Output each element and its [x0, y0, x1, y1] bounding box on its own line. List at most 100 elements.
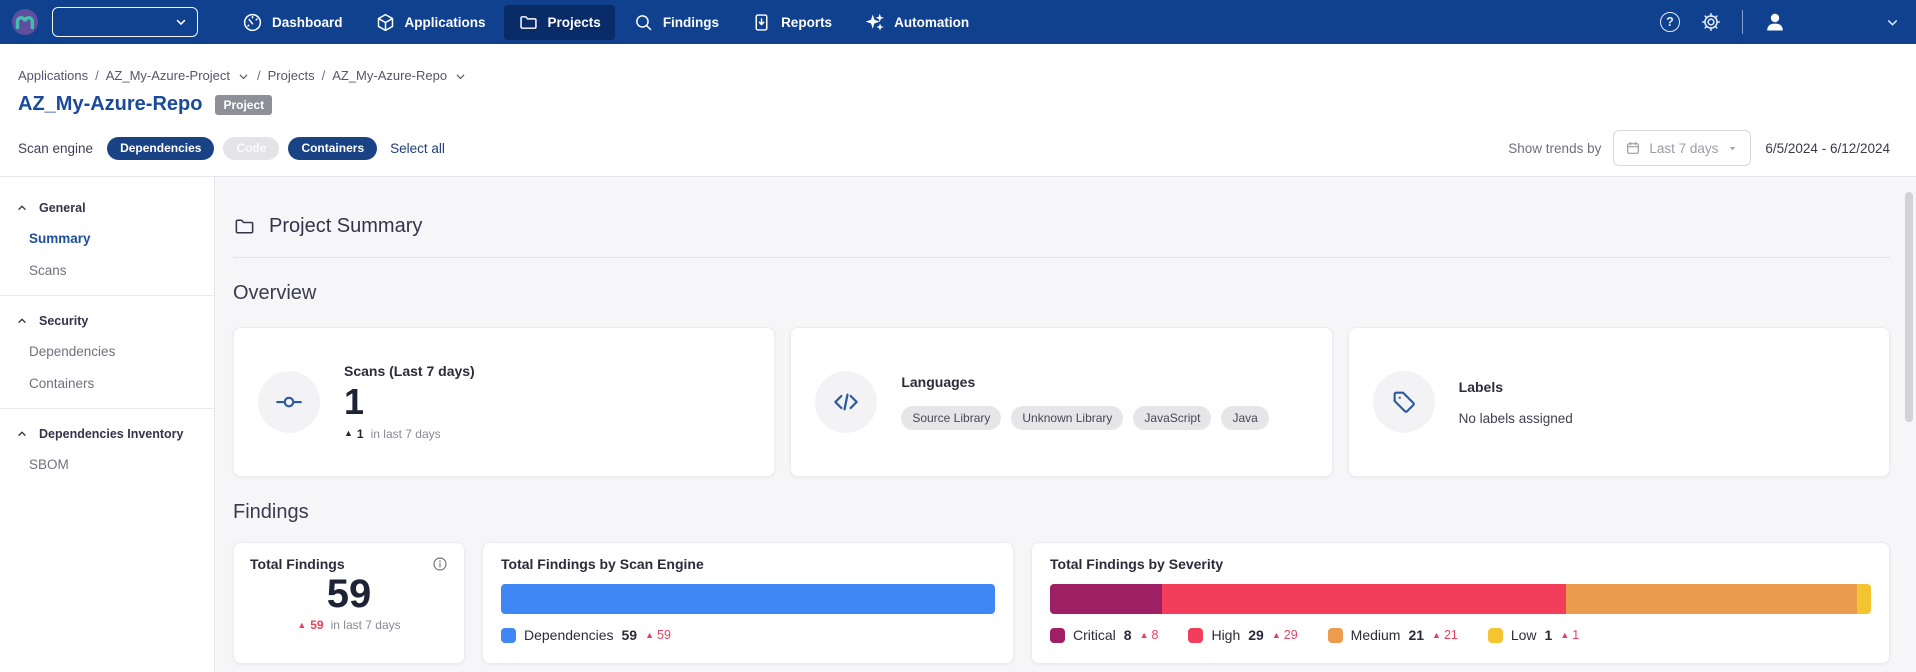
trend-up-icon: ▲ — [1560, 631, 1569, 640]
breadcrumb-application-name[interactable]: AZ_My-Azure-Project — [106, 68, 230, 83]
trend-period-dropdown[interactable]: Last 7 days — [1613, 130, 1751, 166]
vertical-scrollbar-thumb[interactable] — [1905, 192, 1913, 422]
sidebar-item-summary[interactable]: Summary — [0, 223, 214, 255]
user-menu-button[interactable] — [1763, 10, 1787, 34]
chevron-down-icon — [174, 15, 188, 29]
content-divider — [233, 257, 1890, 258]
tag-icon — [1373, 371, 1435, 433]
sidebar-divider — [0, 295, 214, 296]
page-title: AZ_My-Azure-Repo — [18, 93, 202, 116]
legend-trend-value: 59 — [657, 628, 671, 642]
project-type-badge: Project — [215, 95, 272, 115]
sidebar-item-containers[interactable]: Containers — [0, 368, 214, 400]
scan-engine-toggle-code[interactable]: Code — [223, 137, 279, 160]
findings-heading: Findings — [233, 501, 1890, 524]
languages-card-title: Languages — [901, 374, 1268, 390]
legend-label: Dependencies — [524, 627, 614, 643]
trend-up-icon: ▲ — [1272, 631, 1281, 640]
sparkles-icon — [864, 12, 885, 33]
chevron-down-icon[interactable] — [454, 70, 467, 83]
code-icon — [815, 371, 877, 433]
total-findings-trend: 59 — [310, 618, 323, 632]
language-tag: JavaScript — [1133, 406, 1211, 430]
breadcrumb-project-name[interactable]: AZ_My-Azure-Repo — [332, 68, 447, 83]
organization-selector[interactable] — [52, 7, 198, 37]
bar-segment-critical — [1050, 584, 1162, 614]
nav-item-dashboard[interactable]: Dashboard — [228, 5, 357, 40]
breadcrumb-projects[interactable]: Projects — [268, 68, 315, 83]
scan-engine-toggle-dependencies[interactable]: Dependencies — [107, 137, 214, 160]
languages-card: Languages Source Library Unknown Library… — [790, 327, 1332, 477]
select-all-link[interactable]: Select all — [390, 141, 445, 156]
trend-up-icon: ▲ — [344, 429, 353, 438]
breadcrumb-separator: / — [322, 68, 326, 83]
language-tag: Java — [1221, 406, 1268, 430]
scans-card-title: Scans (Last 7 days) — [344, 363, 475, 379]
chevron-down-icon — [1885, 15, 1900, 30]
help-button[interactable]: ? — [1660, 12, 1680, 32]
sidebar-section-title: Security — [39, 314, 88, 328]
nav-item-findings[interactable]: Findings — [619, 5, 733, 40]
sidebar-section-title: General — [39, 201, 86, 215]
breadcrumb-separator: / — [95, 68, 99, 83]
scan-engine-toggle-containers[interactable]: Containers — [288, 137, 377, 160]
total-findings-trend-suffix: in last 7 days — [331, 618, 401, 632]
nav-item-projects[interactable]: Projects — [504, 5, 615, 40]
findings-by-engine-card: Total Findings by Scan Engine Dependenci… — [482, 542, 1014, 664]
sidebar: General Summary Scans Security Dependenc… — [0, 177, 215, 672]
chevron-up-icon — [16, 315, 28, 327]
main-content: Project Summary Overview Scans (Last 7 d… — [215, 177, 1916, 672]
findings-by-severity-title: Total Findings by Severity — [1050, 556, 1871, 572]
mend-logo[interactable] — [10, 7, 40, 37]
sidebar-item-sbom[interactable]: SBOM — [0, 449, 214, 481]
nav-item-label: Reports — [781, 15, 832, 30]
folder-icon — [233, 215, 256, 238]
nav-item-label: Findings — [663, 15, 719, 30]
caret-down-icon — [1726, 142, 1739, 155]
legend-label: High — [1211, 627, 1240, 643]
scans-trend-suffix: in last 7 days — [371, 427, 441, 441]
folder-icon — [518, 12, 539, 33]
calendar-icon — [1625, 140, 1641, 156]
search-icon — [633, 12, 654, 33]
user-menu-chevron[interactable] — [1885, 15, 1900, 30]
sidebar-item-dependencies[interactable]: Dependencies — [0, 336, 214, 368]
findings-by-engine-title: Total Findings by Scan Engine — [501, 556, 995, 572]
gauge-icon — [242, 12, 263, 33]
show-trends-by-label: Show trends by — [1508, 141, 1601, 156]
nav-item-label: Automation — [894, 15, 969, 30]
bar-segment-dependencies — [501, 584, 995, 614]
legend-item-critical: Critical 8 ▲8 — [1050, 627, 1158, 643]
bar-segment-low — [1857, 584, 1871, 614]
scan-engine-label: Scan engine — [18, 141, 93, 156]
scans-card: Scans (Last 7 days) 1 ▲ 1 in last 7 days — [233, 327, 775, 477]
severity-bar-chart — [1050, 584, 1871, 614]
sidebar-section-security[interactable]: Security — [0, 304, 214, 336]
language-tag: Source Library — [901, 406, 1001, 430]
date-range-text: 6/5/2024 - 6/12/2024 — [1765, 141, 1890, 156]
sidebar-item-scans[interactable]: Scans — [0, 255, 214, 287]
chevron-up-icon — [16, 202, 28, 214]
legend-label: Critical — [1073, 627, 1116, 643]
commit-icon — [258, 371, 320, 433]
nav-item-applications[interactable]: Applications — [361, 5, 500, 40]
chevron-down-icon[interactable] — [237, 70, 250, 83]
sidebar-divider — [0, 408, 214, 409]
breadcrumb-applications[interactable]: Applications — [18, 68, 88, 83]
settings-button[interactable] — [1700, 11, 1722, 33]
nav-item-automation[interactable]: Automation — [850, 5, 983, 40]
sidebar-section-dependencies-inventory[interactable]: Dependencies Inventory — [0, 417, 214, 449]
legend-trend-value: 21 — [1444, 628, 1458, 642]
scans-count: 1 — [344, 381, 475, 422]
trend-up-icon: ▲ — [297, 621, 306, 630]
legend-item-medium: Medium 21 ▲21 — [1328, 627, 1458, 643]
engine-bar-chart — [501, 584, 995, 614]
breadcrumb: Applications / AZ_My-Azure-Project / Pro… — [18, 68, 1890, 83]
legend-item-low: Low 1 ▲1 — [1488, 627, 1579, 643]
info-icon[interactable] — [432, 556, 448, 572]
sidebar-section-general[interactable]: General — [0, 191, 214, 223]
user-icon — [1763, 10, 1787, 34]
legend-value: 59 — [622, 627, 638, 643]
nav-item-reports[interactable]: Reports — [737, 5, 846, 40]
trend-up-icon: ▲ — [1432, 631, 1441, 640]
